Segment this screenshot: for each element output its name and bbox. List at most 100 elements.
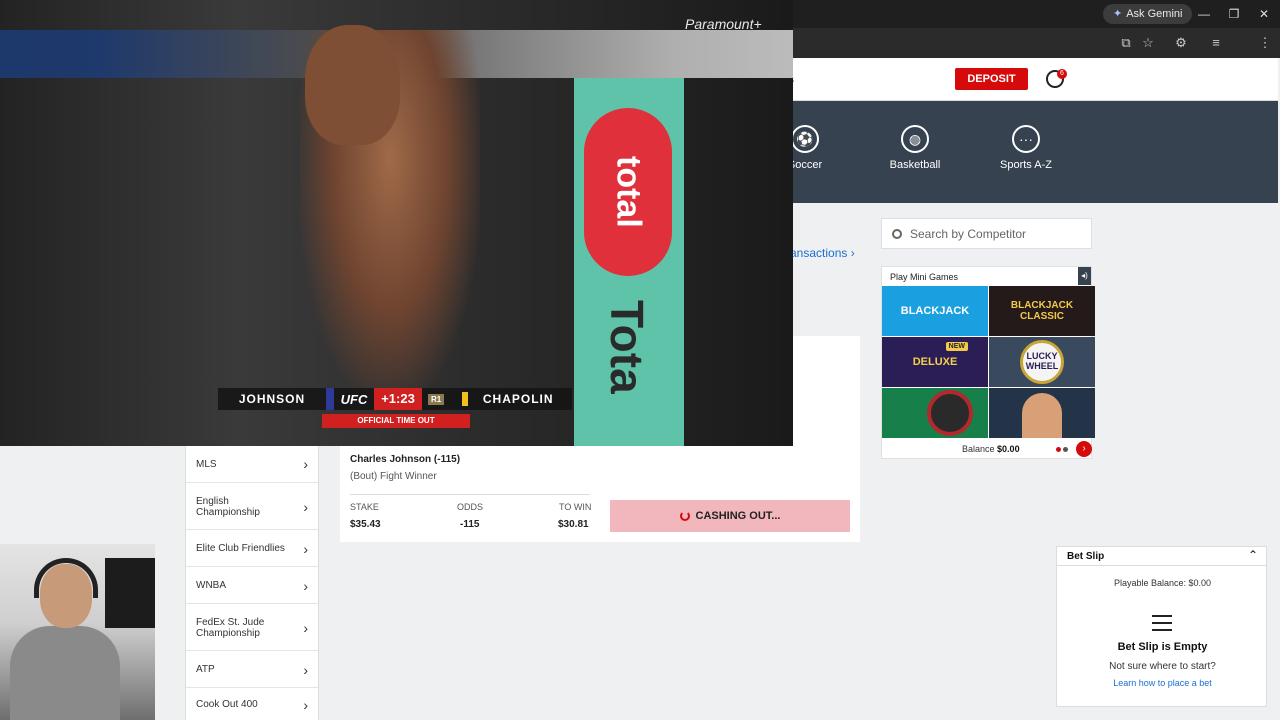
- fighter-right-name: CHAPOLIN: [482, 392, 554, 406]
- odds-label: ODDS: [457, 502, 484, 512]
- league-label: WNBA: [196, 580, 226, 591]
- sound-icon[interactable]: ◂): [1078, 267, 1091, 285]
- cashout-label: CASHING OUT...: [695, 510, 781, 522]
- deposit-button[interactable]: DEPOSIT: [955, 68, 1028, 90]
- broadcaster-logo: Paramount+: [685, 16, 762, 32]
- game-tile-label: LUCKY WHEEL: [1025, 351, 1059, 371]
- league-item-wnba[interactable]: WNBA ›: [186, 568, 318, 604]
- game-tile-label: DELUXE: [912, 356, 958, 368]
- league-item-english-championship[interactable]: English Championship ›: [186, 484, 318, 530]
- live-stream-video[interactable]: total Tota Paramount+ JOHNSON UFC +1:23 …: [0, 0, 793, 446]
- streamer-body: [10, 626, 120, 720]
- stake-label: STAKE: [350, 502, 379, 512]
- sponsor-logo: total: [584, 108, 672, 276]
- game-tile-blackjack-classic[interactable]: BLACKJACK CLASSIC: [989, 286, 1095, 336]
- sport-item-label: Sports A-Z: [1000, 159, 1052, 171]
- to-win-label: TO WIN: [559, 502, 592, 512]
- round-indicator: R1: [428, 393, 445, 405]
- learn-how-link[interactable]: Learn how to place a bet: [1057, 678, 1268, 688]
- bet-divider: [350, 494, 590, 495]
- official-timeout-tag: OFFICIAL TIME OUT: [322, 414, 470, 428]
- ask-gemini-label: Ask Gemini: [1126, 8, 1183, 20]
- bookmark-star-icon[interactable]: ☆: [1139, 34, 1157, 52]
- league-label: FedEx St. Jude Championship: [196, 616, 265, 639]
- league-item-atp[interactable]: ATP ›: [186, 652, 318, 688]
- restore-icon[interactable]: ❐: [1220, 4, 1248, 24]
- balance-value: $0.00: [997, 444, 1020, 454]
- bet-slip-title: Bet Slip: [1067, 551, 1105, 562]
- bet-slip: Bet Slip ⌃ Playable Balance: $0.00 Bet S…: [1056, 546, 1267, 707]
- soccer-ball-icon: ⚽: [791, 125, 819, 153]
- empty-slip-subtitle: Not sure where to start?: [1109, 661, 1216, 672]
- extensions-icon[interactable]: ⚙: [1172, 34, 1190, 52]
- blue-corner-marker: [326, 388, 334, 410]
- fighter-left-name: JOHNSON: [238, 392, 306, 406]
- chevron-right-icon: ›: [303, 498, 308, 515]
- sponsor-text: Tota: [601, 300, 653, 394]
- ask-gemini-button[interactable]: ✦ Ask Gemini: [1103, 4, 1193, 24]
- minimize-icon[interactable]: —: [1190, 4, 1218, 24]
- league-item-cook-out-400[interactable]: Cook Out 400 ›: [186, 689, 318, 720]
- sport-item-basketball[interactable]: ◍ Basketball: [870, 125, 960, 171]
- basketball-icon: ◍: [901, 125, 929, 153]
- game-tile-label: BLACKJACK: [900, 305, 970, 317]
- league-item-elite-club-friendlies[interactable]: Elite Club Friendlies ›: [186, 531, 318, 567]
- game-tile-label: BLACKJACK CLASSIC: [1010, 300, 1074, 322]
- background-monitor: [105, 558, 155, 628]
- sport-item-label: Basketball: [889, 159, 941, 171]
- bet-market: (Bout) Fight Winner: [350, 471, 437, 482]
- league-label: English Championship: [196, 495, 260, 518]
- league-label: ATP: [196, 664, 215, 675]
- transactions-link[interactable]: ansactions ›: [790, 246, 855, 260]
- mini-games-balance: Balance $0.00: [962, 444, 1020, 454]
- cashout-button[interactable]: CASHING OUT...: [610, 500, 850, 532]
- league-item-mls[interactable]: MLS ›: [186, 446, 318, 483]
- more-dots-icon: ···: [1012, 125, 1040, 153]
- empty-slip-title: Bet Slip is Empty: [1117, 641, 1208, 653]
- webcam-overlay: [0, 544, 155, 720]
- to-win-value: $30.81: [558, 519, 589, 530]
- bet-slip-header[interactable]: Bet Slip ⌃: [1057, 547, 1266, 566]
- fight-clock: +1:23: [374, 388, 422, 410]
- game-character-image: [1022, 393, 1062, 438]
- search-icon: [892, 228, 902, 239]
- sport-item-sports-a-z[interactable]: ··· Sports A-Z: [981, 125, 1071, 171]
- loading-spinner-icon: [679, 511, 690, 521]
- ufc-logo: UFC: [340, 391, 368, 407]
- install-app-icon[interactable]: ⧉: [1117, 34, 1135, 52]
- menu-kebab-icon[interactable]: ⋮: [1256, 34, 1274, 52]
- carousel-dots: [1056, 447, 1070, 453]
- chevron-right-icon: ›: [303, 696, 308, 713]
- fighter-head: [305, 25, 400, 145]
- competitor-search[interactable]: [881, 218, 1092, 249]
- league-item-fedex[interactable]: FedEx St. Jude Championship ›: [186, 605, 318, 651]
- lucky-wheel-icon: LUCKY WHEEL: [1020, 340, 1064, 384]
- league-label: Cook Out 400: [196, 699, 258, 710]
- gemini-sparkle-icon: ✦: [1113, 8, 1123, 20]
- chevron-right-icon: ›: [303, 456, 308, 472]
- headset-icon: [34, 558, 98, 598]
- balance-label: Balance: [962, 444, 995, 454]
- roulette-wheel-icon: [927, 390, 973, 436]
- tab-search-icon[interactable]: ≡: [1207, 34, 1225, 52]
- game-tile-lucky-wheel[interactable]: LUCKY WHEEL: [989, 337, 1095, 387]
- transactions-link-label: ansactions: [790, 246, 848, 260]
- league-label: MLS: [196, 458, 217, 470]
- chevron-right-icon: ›: [850, 246, 855, 260]
- carousel-next-icon[interactable]: ›: [1076, 441, 1092, 457]
- empty-slip-icon: [1152, 615, 1172, 631]
- playable-balance: Playable Balance: $0.00: [1057, 578, 1268, 588]
- chevron-right-icon: ›: [303, 577, 308, 594]
- league-label: Elite Club Friendlies: [196, 543, 285, 554]
- playable-balance-label: Playable Balance:: [1113, 578, 1186, 588]
- game-tile-deluxe[interactable]: DELUXE NEW: [882, 337, 988, 387]
- search-input[interactable]: [910, 226, 1080, 241]
- game-tile-roulette[interactable]: [882, 388, 988, 438]
- game-tile-blackjack[interactable]: BLACKJACK: [882, 286, 988, 336]
- bet-selection: Charles Johnson (-115): [350, 454, 461, 465]
- mini-games-panel: Play Mini Games ◂) BLACKJACK BLACKJACK C…: [881, 266, 1095, 459]
- notification-badge: 6: [1057, 69, 1067, 79]
- chevron-up-icon[interactable]: ⌃: [1248, 548, 1258, 562]
- game-tile-slots[interactable]: [989, 388, 1095, 438]
- close-icon[interactable]: ✕: [1250, 4, 1278, 24]
